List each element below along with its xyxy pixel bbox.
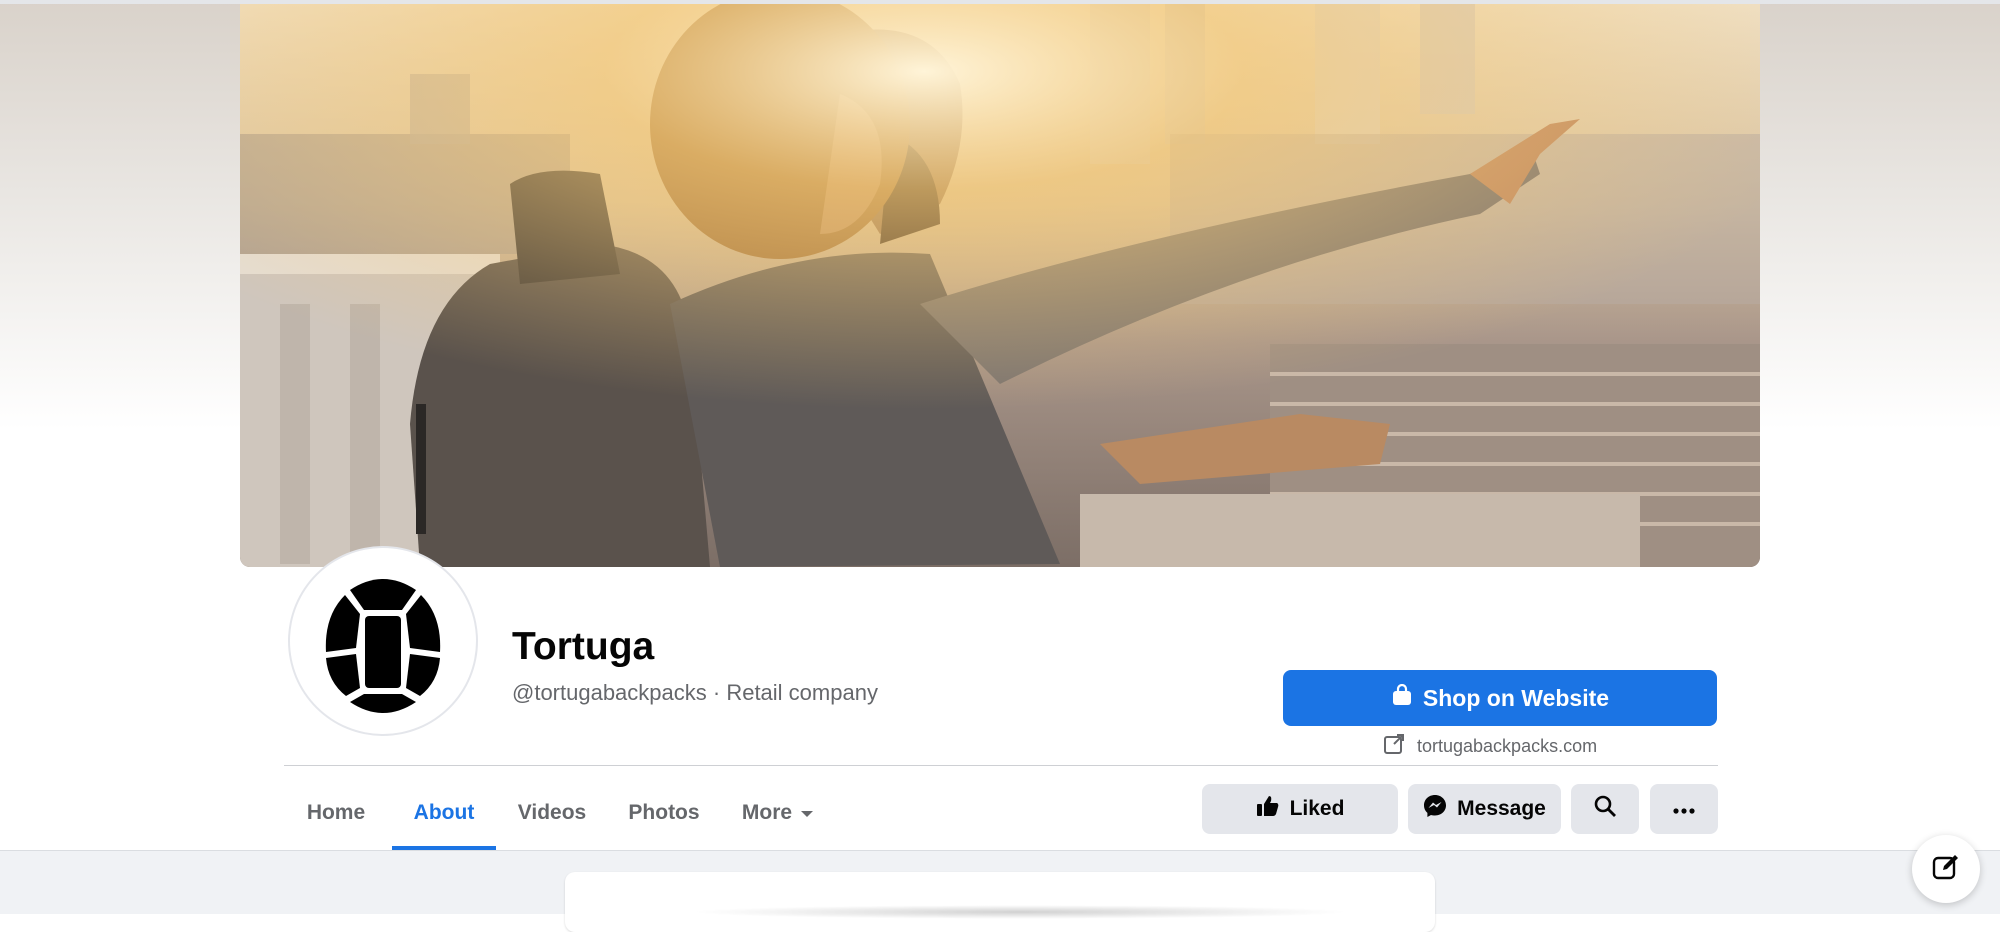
tab-about[interactable]: About: [392, 776, 496, 850]
page-handle-category: @tortugabackpacks · Retail company: [512, 680, 878, 705]
cover-photo[interactable]: [240, 4, 1760, 567]
thumbs-up-icon: [1256, 794, 1280, 824]
tab-label: About: [413, 801, 475, 824]
content-card: [565, 872, 1435, 932]
tab-more[interactable]: More: [720, 776, 836, 850]
website-url: tortugabackpacks.com: [1417, 735, 1598, 756]
tab-photos[interactable]: Photos: [608, 776, 720, 850]
messenger-icon: [1423, 794, 1447, 824]
ellipsis-icon: [1672, 797, 1696, 821]
tab-videos[interactable]: Videos: [496, 776, 608, 850]
shop-button-label: Shop on Website: [1422, 684, 1610, 711]
message-label: Message: [1457, 797, 1546, 820]
tab-home[interactable]: Home: [284, 776, 388, 850]
liked-label: Liked: [1289, 797, 1345, 820]
compose-icon: [1931, 852, 1961, 887]
tab-label: Home: [306, 801, 366, 824]
page-profile-picture[interactable]: [290, 548, 476, 734]
tab-label: Photos: [628, 801, 700, 824]
tortuga-logo: [325, 579, 441, 713]
card-loading-placeholder: [690, 905, 1350, 919]
compose-button[interactable]: [1912, 835, 1980, 903]
shopping-bag-icon: [1391, 683, 1413, 712]
website-link[interactable]: tortugabackpacks.com: [1383, 733, 1597, 759]
message-button[interactable]: Message: [1408, 784, 1561, 834]
search-icon: [1593, 794, 1617, 824]
liked-button[interactable]: Liked: [1202, 784, 1398, 834]
tab-label: More: [741, 801, 793, 824]
shop-on-website-button[interactable]: Shop on Website: [1283, 670, 1717, 726]
search-button[interactable]: [1571, 784, 1639, 834]
page-title: Tortuga: [512, 625, 655, 668]
page-tabs: Home About Videos Photos More: [284, 776, 836, 850]
tab-label: Videos: [517, 801, 587, 824]
caret-down-icon: [800, 801, 814, 825]
external-link-icon: [1383, 733, 1405, 760]
cover-photo-illustration: [240, 4, 1760, 567]
more-options-button[interactable]: [1650, 784, 1718, 834]
profile-divider: [284, 765, 1718, 766]
